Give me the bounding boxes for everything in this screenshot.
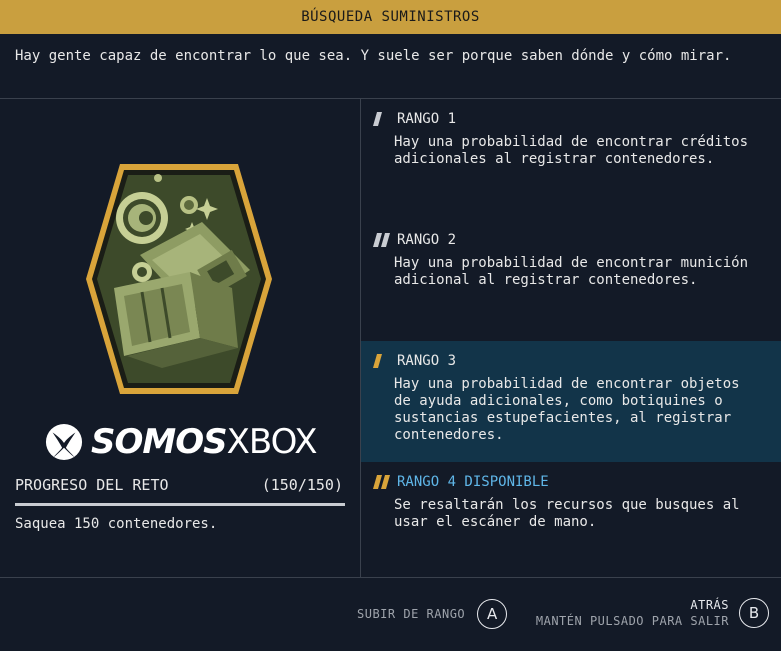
title-bar: BÚSQUEDA SUMINISTROS bbox=[0, 0, 781, 34]
rank-3-row[interactable]: RANGO 3 Hay una probabilidad de encontra… bbox=[361, 341, 781, 462]
rank-1-row[interactable]: RANGO 1 Hay una probabilidad de encontra… bbox=[361, 99, 781, 220]
rank-2-description: Hay una probabilidad de encontrar munici… bbox=[394, 255, 749, 288]
rank-4-row[interactable]: RANGO 4 DISPONIBLE Se resaltarán los rec… bbox=[361, 462, 781, 583]
crate-scanner-badge-icon bbox=[86, 164, 272, 394]
rank-3-description: Hay una probabilidad de encontrar objeto… bbox=[394, 376, 740, 443]
rank-4-title: RANGO 4 DISPONIBLE bbox=[397, 474, 549, 490]
challenge-progress-label: PROGRESO DEL RETO bbox=[15, 476, 169, 494]
xbox-logo-icon bbox=[45, 423, 83, 461]
rank-1-title: RANGO 1 bbox=[397, 111, 457, 127]
back-label: ATRÁS bbox=[690, 598, 729, 612]
rank-2-row[interactable]: RANGO 2 Hay una probabilidad de encontra… bbox=[361, 220, 781, 341]
divider-bottom bbox=[0, 577, 781, 578]
watermark-xbox-text: XBOX bbox=[226, 422, 318, 462]
challenge-progress-fill bbox=[15, 503, 345, 506]
rank-3-title: RANGO 3 bbox=[397, 353, 457, 369]
b-button-icon[interactable]: B bbox=[739, 598, 769, 628]
challenge-description: Saquea 150 contenedores. bbox=[15, 516, 218, 532]
rank-4-pip-icon bbox=[373, 475, 390, 489]
somosxbox-watermark: SOMOS XBOX bbox=[45, 418, 318, 466]
challenge-progress-count: (150/150) bbox=[261, 476, 343, 494]
rank-up-label: SUBIR DE RANGO bbox=[357, 607, 466, 621]
rank-1-description: Hay una probabilidad de encontrar crédit… bbox=[394, 134, 749, 167]
back-hold-hint: MANTÉN PULSADO PARA SALIR bbox=[535, 614, 729, 628]
challenge-progress-bar bbox=[15, 503, 345, 506]
watermark-somos-text: SOMOS bbox=[91, 422, 228, 462]
a-button-icon[interactable]: A bbox=[477, 599, 508, 629]
rank-4-description: Se resaltarán los recursos que busques a… bbox=[394, 497, 740, 530]
rank-1-pip-icon bbox=[373, 112, 382, 126]
back-action[interactable]: ATRÁS MANTÉN PULSADO PARA SALIR B bbox=[536, 598, 769, 628]
rank-up-action[interactable]: SUBIR DE RANGO A bbox=[357, 599, 508, 629]
page-title: BÚSQUEDA SUMINISTROS bbox=[301, 9, 480, 25]
rank-2-title: RANGO 2 bbox=[397, 232, 457, 248]
rank-2-pip-icon bbox=[373, 233, 390, 247]
skill-intro-text: Hay gente capaz de encontrar lo que sea.… bbox=[15, 48, 732, 64]
rank-3-pip-icon bbox=[373, 354, 382, 368]
